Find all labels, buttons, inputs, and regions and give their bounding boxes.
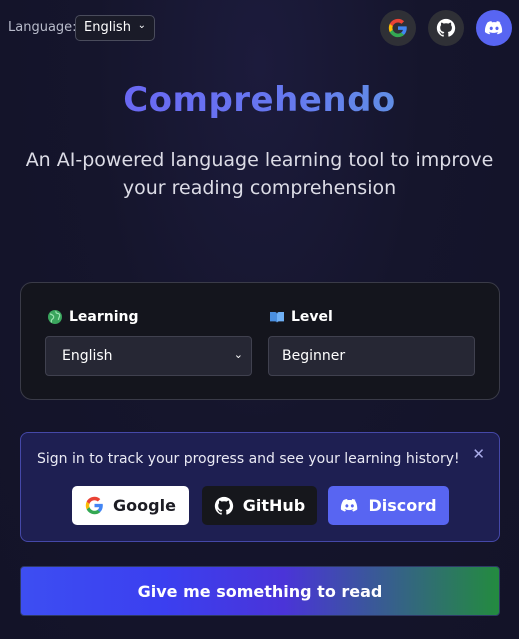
level-field[interactable]: Beginner: [268, 336, 475, 376]
chevron-down-icon: ⌄: [137, 20, 146, 31]
language-label: Language:: [8, 20, 77, 35]
generate-reading-button[interactable]: Give me something to read: [20, 566, 500, 616]
google-signin-button[interactable]: Google: [72, 486, 189, 525]
discord-signin-button[interactable]: Discord: [328, 486, 449, 525]
discord-button-label: Discord: [368, 496, 437, 515]
learning-language-select[interactable]: English ⌄: [45, 336, 252, 376]
app-subtitle: An AI-powered language learning tool to …: [0, 146, 519, 202]
book-icon: [270, 312, 284, 323]
level-label-text: Level: [291, 309, 333, 325]
subtitle-line-1: An AI-powered language learning tool to …: [25, 149, 494, 171]
app-title: Comprehendo: [0, 80, 519, 120]
top-bar: Language: English ⌄: [0, 0, 519, 56]
signin-message: Sign in to track your progress and see y…: [37, 451, 460, 467]
language-select[interactable]: English ⌄: [75, 15, 155, 41]
github-signin-icon-button[interactable]: [428, 10, 464, 46]
settings-card: Learning Level English ⌄ Beginner: [20, 282, 500, 400]
globe-icon: [48, 310, 62, 324]
google-icon: [388, 18, 407, 38]
github-button-label: GitHub: [242, 496, 306, 515]
level-label: Level: [269, 309, 333, 325]
discord-icon: [484, 21, 503, 35]
generate-reading-label: Give me something to read: [137, 581, 383, 601]
subtitle-line-2: your reading comprehension: [122, 177, 397, 199]
google-signin-icon-button[interactable]: [380, 10, 416, 46]
google-icon: [85, 496, 103, 515]
discord-icon: [341, 499, 358, 512]
chevron-down-icon: ⌄: [233, 348, 243, 361]
learning-label-text: Learning: [69, 309, 139, 325]
github-icon: [436, 18, 456, 37]
discord-signin-icon-button[interactable]: [476, 10, 512, 46]
signin-prompt-panel: Sign in to track your progress and see y…: [20, 432, 500, 542]
close-icon[interactable]: ✕: [472, 445, 485, 463]
github-icon: [214, 496, 233, 515]
level-value: Beginner: [282, 348, 346, 364]
github-signin-button[interactable]: GitHub: [202, 486, 317, 525]
learning-language-value: English: [62, 348, 113, 364]
google-button-label: Google: [113, 496, 176, 515]
learning-label: Learning: [47, 309, 139, 325]
language-select-value: English: [84, 20, 131, 35]
